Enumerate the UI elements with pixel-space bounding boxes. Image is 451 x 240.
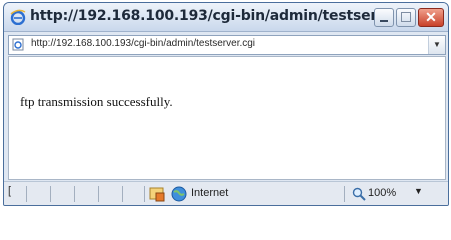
address-bar[interactable]: http://192.168.100.193/cgi-bin/admin/tes… xyxy=(8,35,446,55)
status-divider xyxy=(122,186,123,202)
page-content: ftp transmission successfully. xyxy=(8,56,446,180)
window-title: http://192.168.100.193/cgi-bin/admin/tes… xyxy=(30,8,391,24)
status-divider xyxy=(344,186,345,202)
status-divider xyxy=(26,186,27,202)
globe-icon xyxy=(171,186,187,202)
address-dropdown-button[interactable]: ▼ xyxy=(428,36,445,54)
status-divider xyxy=(50,186,51,202)
status-bar: [ Internet 100% ▼ xyxy=(4,181,448,205)
status-message: ftp transmission successfully. xyxy=(20,94,173,109)
zoom-level[interactable]: 100% xyxy=(368,187,396,199)
minimize-button[interactable] xyxy=(374,8,394,27)
zoom-icon[interactable] xyxy=(352,187,366,201)
close-icon: ✕ xyxy=(425,9,437,25)
security-zone-label: Internet xyxy=(191,187,229,199)
address-url: http://192.168.100.193/cgi-bin/admin/tes… xyxy=(31,38,256,49)
page-icon xyxy=(12,38,24,51)
browser-window: http://192.168.100.193/cgi-bin/admin/tes… xyxy=(3,2,449,206)
close-button[interactable]: ✕ xyxy=(418,8,444,27)
status-divider xyxy=(98,186,99,202)
ie-logo-icon xyxy=(10,9,26,25)
status-divider xyxy=(74,186,75,202)
maximize-button[interactable] xyxy=(396,8,416,27)
status-divider xyxy=(144,186,145,202)
zoom-dropdown-icon[interactable]: ▼ xyxy=(414,186,423,196)
title-bar[interactable]: http://192.168.100.193/cgi-bin/admin/tes… xyxy=(4,3,448,32)
status-left-text: [ xyxy=(8,185,12,197)
protected-mode-icon[interactable] xyxy=(149,186,165,202)
